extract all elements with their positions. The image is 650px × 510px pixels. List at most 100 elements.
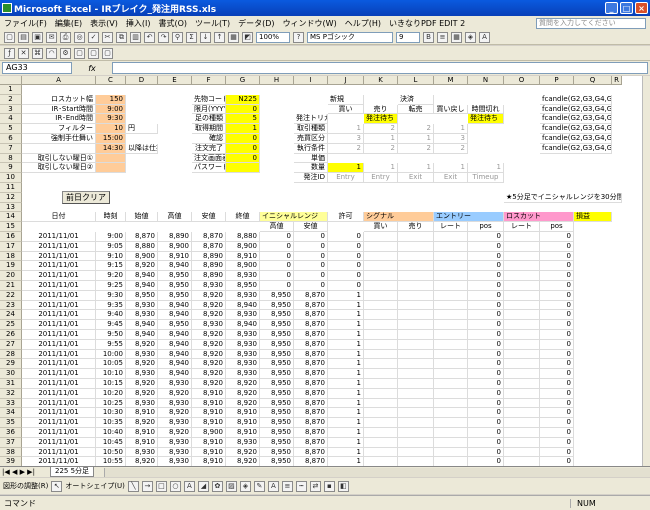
column-header-L[interactable]: L: [398, 76, 434, 85]
table-cell[interactable]: [364, 330, 398, 340]
rect-icon[interactable]: □: [155, 480, 167, 492]
table-cell[interactable]: 8,940: [158, 369, 192, 379]
table-cell[interactable]: 1: [328, 428, 364, 438]
save-icon[interactable]: ▣: [32, 31, 43, 43]
menu-insert[interactable]: 挿入(I): [122, 18, 155, 29]
table-cell[interactable]: 8,940: [158, 310, 192, 321]
table-cell[interactable]: 8,940: [226, 300, 260, 311]
table-cell[interactable]: 2011/11/01: [22, 232, 96, 242]
param-label[interactable]: 取引しない曜日①: [22, 153, 96, 164]
table-cell[interactable]: [504, 241, 540, 252]
table-cell[interactable]: 8,950: [260, 418, 294, 428]
toolbar-icon-7[interactable]: ▢: [88, 47, 99, 59]
th-time[interactable]: 時刻: [96, 212, 126, 223]
setting-label[interactable]: 先物コード: [192, 94, 226, 105]
table-cell[interactable]: 8,950: [260, 320, 294, 330]
table-cell[interactable]: 9:05: [96, 241, 126, 252]
order-id[interactable]: Exit: [434, 173, 468, 183]
table-cell[interactable]: 0: [540, 379, 574, 389]
sort-desc-icon[interactable]: ↑: [214, 31, 225, 43]
table-cell[interactable]: 8,950: [158, 271, 192, 281]
setting-label[interactable]: 確認: [192, 134, 226, 144]
table-cell[interactable]: 8,920: [226, 398, 260, 409]
name-box[interactable]: AG33: [2, 62, 72, 74]
table-cell[interactable]: 8,920: [192, 300, 226, 311]
table-cell[interactable]: [434, 398, 468, 409]
table-cell[interactable]: 8,920: [226, 388, 260, 399]
table-cell[interactable]: 8,920: [158, 388, 192, 399]
table-cell[interactable]: 8,870: [294, 447, 328, 458]
table-cell[interactable]: [434, 428, 468, 438]
th-signal-buy[interactable]: 買い: [364, 222, 398, 232]
setting-value[interactable]: 0: [226, 134, 260, 144]
table-cell[interactable]: [434, 369, 468, 379]
row-header-14[interactable]: 14: [0, 212, 22, 223]
setting-label[interactable]: 取得期間: [192, 124, 226, 134]
table-cell[interactable]: 8,910: [226, 428, 260, 438]
param-label[interactable]: [22, 143, 96, 154]
oval-icon[interactable]: ○: [169, 480, 181, 492]
row-header-33[interactable]: 33: [0, 398, 22, 409]
settings-icon[interactable]: ⚙: [60, 47, 71, 59]
th-losscut[interactable]: ロスカット: [504, 212, 574, 223]
table-cell[interactable]: [398, 241, 434, 252]
menu-pdf[interactable]: いきなりPDF EDIT 2: [385, 18, 469, 29]
order-id[interactable]: Entry: [364, 173, 398, 183]
fx-icon[interactable]: ƒ: [4, 47, 15, 59]
arrow-icon[interactable]: →: [141, 480, 153, 492]
table-cell[interactable]: [398, 457, 434, 466]
redo-icon[interactable]: ↷: [158, 31, 169, 43]
table-cell[interactable]: 0: [540, 261, 574, 272]
table-cell[interactable]: [434, 251, 468, 262]
table-cell[interactable]: 8,920: [226, 379, 260, 389]
menu-data[interactable]: データ(D): [234, 18, 278, 29]
table-cell[interactable]: 0: [540, 408, 574, 419]
table-cell[interactable]: [364, 232, 398, 242]
table-cell[interactable]: 1: [328, 388, 364, 399]
setting-value[interactable]: N225: [226, 94, 260, 105]
param-label[interactable]: IR･End時間: [22, 114, 96, 125]
table-cell[interactable]: 8,920: [158, 408, 192, 419]
table-cell[interactable]: 8,930: [158, 379, 192, 389]
row-header-17[interactable]: 17: [0, 241, 22, 252]
undo-icon[interactable]: ↶: [144, 31, 155, 43]
order-qty[interactable]: 1: [468, 163, 504, 174]
table-cell[interactable]: [434, 310, 468, 321]
table-cell[interactable]: 0: [294, 261, 328, 272]
table-cell[interactable]: [504, 418, 540, 428]
arrow-style-icon[interactable]: ⇄: [309, 480, 321, 492]
table-cell[interactable]: 0: [294, 251, 328, 262]
help-icon[interactable]: ?: [293, 31, 304, 43]
th-ir-low[interactable]: 安値: [294, 222, 328, 232]
table-cell[interactable]: 8,950: [226, 281, 260, 291]
open-icon[interactable]: ▤: [18, 31, 29, 43]
order-col-buy[interactable]: 買い: [328, 104, 364, 115]
th-loss-rate[interactable]: レート: [504, 222, 540, 232]
hyperlink-icon[interactable]: ⚲: [172, 31, 183, 43]
table-cell[interactable]: 8,950: [260, 359, 294, 370]
table-cell[interactable]: 0: [468, 369, 504, 379]
row-header-10[interactable]: 10: [0, 173, 22, 183]
table-cell[interactable]: [434, 457, 468, 466]
order-col-reverse[interactable]: 転売: [398, 104, 434, 115]
table-cell[interactable]: 8,890: [192, 271, 226, 281]
table-cell[interactable]: 0: [328, 232, 364, 242]
copy-icon[interactable]: ⧉: [116, 31, 127, 43]
th-loss-pos[interactable]: pos: [540, 222, 574, 232]
table-cell[interactable]: 8,910: [158, 251, 192, 262]
row-header-3[interactable]: 3: [0, 104, 22, 115]
column-header-J[interactable]: J: [328, 76, 364, 85]
th-date[interactable]: 日付: [22, 212, 96, 223]
order-header-settle[interactable]: 決済: [398, 94, 434, 105]
sheet-tab-225[interactable]: 225 5分足: [50, 467, 95, 477]
table-cell[interactable]: 8,940: [158, 261, 192, 272]
table-cell[interactable]: 0: [468, 261, 504, 272]
zoom-select[interactable]: 100%: [256, 31, 290, 43]
table-cell[interactable]: [504, 349, 540, 360]
table-cell[interactable]: 8,950: [158, 290, 192, 301]
table-cell[interactable]: [364, 310, 398, 321]
table-cell[interactable]: [364, 300, 398, 311]
row-header-32[interactable]: 32: [0, 388, 22, 399]
table-cell[interactable]: 10:15: [96, 379, 126, 389]
th-pl[interactable]: 損益: [574, 212, 612, 223]
